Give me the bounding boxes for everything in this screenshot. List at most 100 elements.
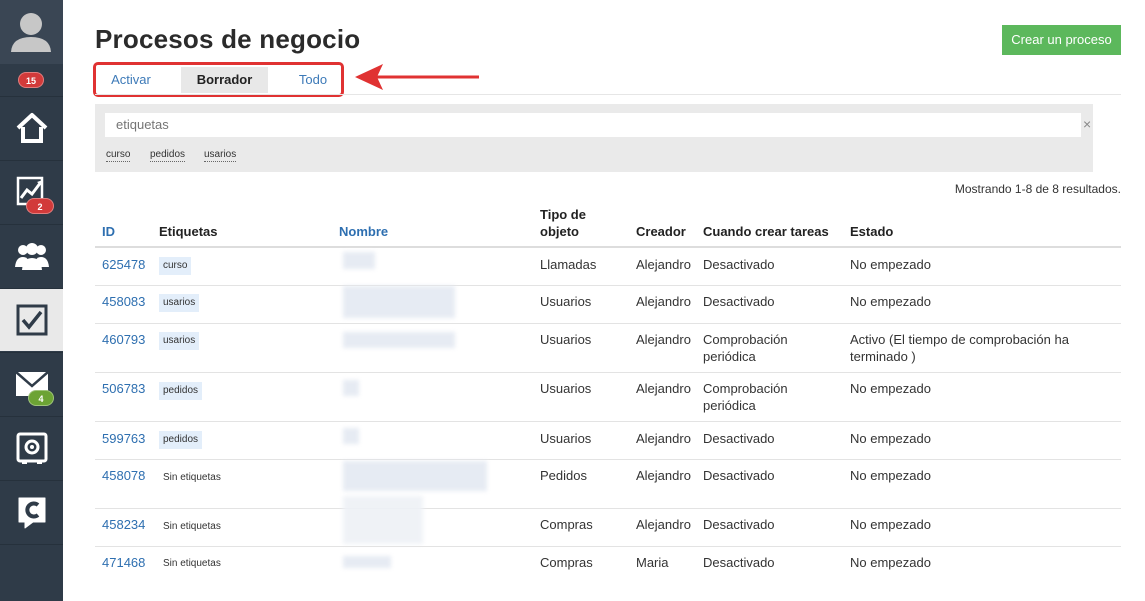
row-id-link[interactable]: 460793 [102,331,145,348]
sidebar-item-contacts[interactable] [0,224,63,287]
row-divider [95,323,1121,324]
row-status-line2: terminado ) [850,349,916,364]
column-header-nombre[interactable]: Nombre [339,223,388,240]
tabs-highlight-box [93,62,344,97]
row-status: No empezado [850,517,931,532]
row-creator: Maria [636,555,669,570]
mail-badge: 4 [28,390,54,406]
sidebar-item-home[interactable] [0,96,63,159]
row-when: Desactivado [703,257,775,272]
row-when: Desactivado [703,431,775,446]
row-when: Desactivado [703,468,775,483]
table-header-divider [95,246,1121,248]
row-label-tag: Sin etiquetas [163,521,221,532]
column-header-cuando: Cuando crear tareas [703,224,829,239]
row-status: No empezado [850,381,931,396]
sidebar-item-chat[interactable] [0,480,63,543]
column-header-id[interactable]: ID [102,223,115,240]
row-creator: Alejandro [636,517,691,532]
row-label-tag: pedidos [159,431,203,449]
column-header-tipo-line1: Tipo de [540,207,586,222]
row-id-link[interactable]: 458234 [102,516,145,533]
row-id-link[interactable]: 506783 [102,380,145,397]
row-status: No empezado [850,294,931,309]
redacted-name[interactable] [343,380,359,396]
create-process-button[interactable]: Crear un proceso [1002,25,1121,55]
row-when: Desactivado [703,294,775,309]
row-type: Llamadas [540,257,597,272]
row-id-link[interactable]: 458083 [102,293,145,310]
row-when: Comprobación [703,381,788,396]
row-divider [95,546,1121,547]
row-label-tag: Sin etiquetas [163,558,221,569]
page-title: Procesos de negocio [95,24,361,54]
redacted-name[interactable] [343,461,487,491]
redacted-name[interactable] [343,428,359,444]
redacted-name[interactable] [343,286,455,318]
row-divider [95,285,1121,286]
row-creator: Alejandro [636,468,691,483]
row-type: Usuarios [540,381,592,396]
clear-filter-icon[interactable]: × [1083,116,1091,132]
sidebar-item-mail[interactable]: 4 [0,352,63,415]
results-count: Mostrando 1-8 de 8 resultados. [954,182,1121,196]
filter-tag-curso[interactable]: curso [106,148,131,162]
column-header-creador: Creador [636,224,686,239]
row-type: Usuarios [540,332,592,347]
row-type: Pedidos [540,468,587,483]
row-status: Activo (El tiempo de comprobación ha [850,332,1069,347]
annotation-arrow-icon [355,64,479,90]
notifications-badge[interactable]: 15 [18,72,44,88]
row-label-tag: Sin etiquetas [163,472,221,483]
row-label-tag: usarios [159,332,200,350]
row-creator: Alejandro [636,294,691,309]
row-type: Compras [540,517,593,532]
row-when-line2: periódica [703,398,756,413]
row-status: No empezado [850,257,931,272]
row-id-link[interactable]: 599763 [102,430,145,447]
filter-tag-pedidos[interactable]: pedidos [150,148,186,162]
row-id-link[interactable]: 471468 [102,554,145,571]
row-creator: Alejandro [636,257,691,272]
sidebar-item-settings[interactable] [0,416,63,479]
row-type: Usuarios [540,294,592,309]
column-header-estado: Estado [850,224,894,239]
row-creator: Alejandro [636,431,691,446]
sidebar-item-analytics[interactable]: 2 [0,160,63,223]
sidebar-divider [0,544,63,545]
row-creator: Alejandro [636,381,691,396]
row-id-link[interactable]: 625478 [102,256,145,273]
main-content: Procesos de negocio Crear un proceso Act… [63,0,1145,601]
row-id-link[interactable]: 458078 [102,467,145,484]
sidebar: 15 2 4 [0,0,63,601]
checkbox-icon [16,304,47,336]
filter-panel: × curso pedidos usarios [95,104,1093,172]
redacted-name[interactable] [343,252,375,269]
row-label-tag: pedidos [159,382,203,400]
row-label-tag: curso [159,257,192,275]
user-avatar[interactable] [0,0,63,64]
row-creator: Alejandro [636,332,691,347]
row-when: Desactivado [703,517,775,532]
sidebar-item-tasks[interactable] [0,288,63,351]
row-status: No empezado [850,468,931,483]
gear-box-icon [16,432,47,464]
row-type: Compras [540,555,593,570]
tags-search-input[interactable] [105,113,1081,137]
home-icon [16,113,47,143]
row-when-line2: periódica [703,349,756,364]
row-label-tag: usarios [159,294,200,312]
row-divider [95,508,1121,509]
user-avatar-icon [11,13,51,52]
row-status: No empezado [850,431,931,446]
redacted-name[interactable] [343,496,423,544]
redacted-name[interactable] [343,556,391,568]
row-divider [95,421,1121,422]
filter-tag-usarios[interactable]: usarios [204,148,237,162]
row-status: No empezado [850,555,931,570]
row-type: Usuarios [540,431,592,446]
redacted-name[interactable] [343,332,455,348]
users-icon [14,243,49,270]
column-header-tipo-line2: objeto [540,224,579,239]
row-when: Comprobación [703,332,788,347]
